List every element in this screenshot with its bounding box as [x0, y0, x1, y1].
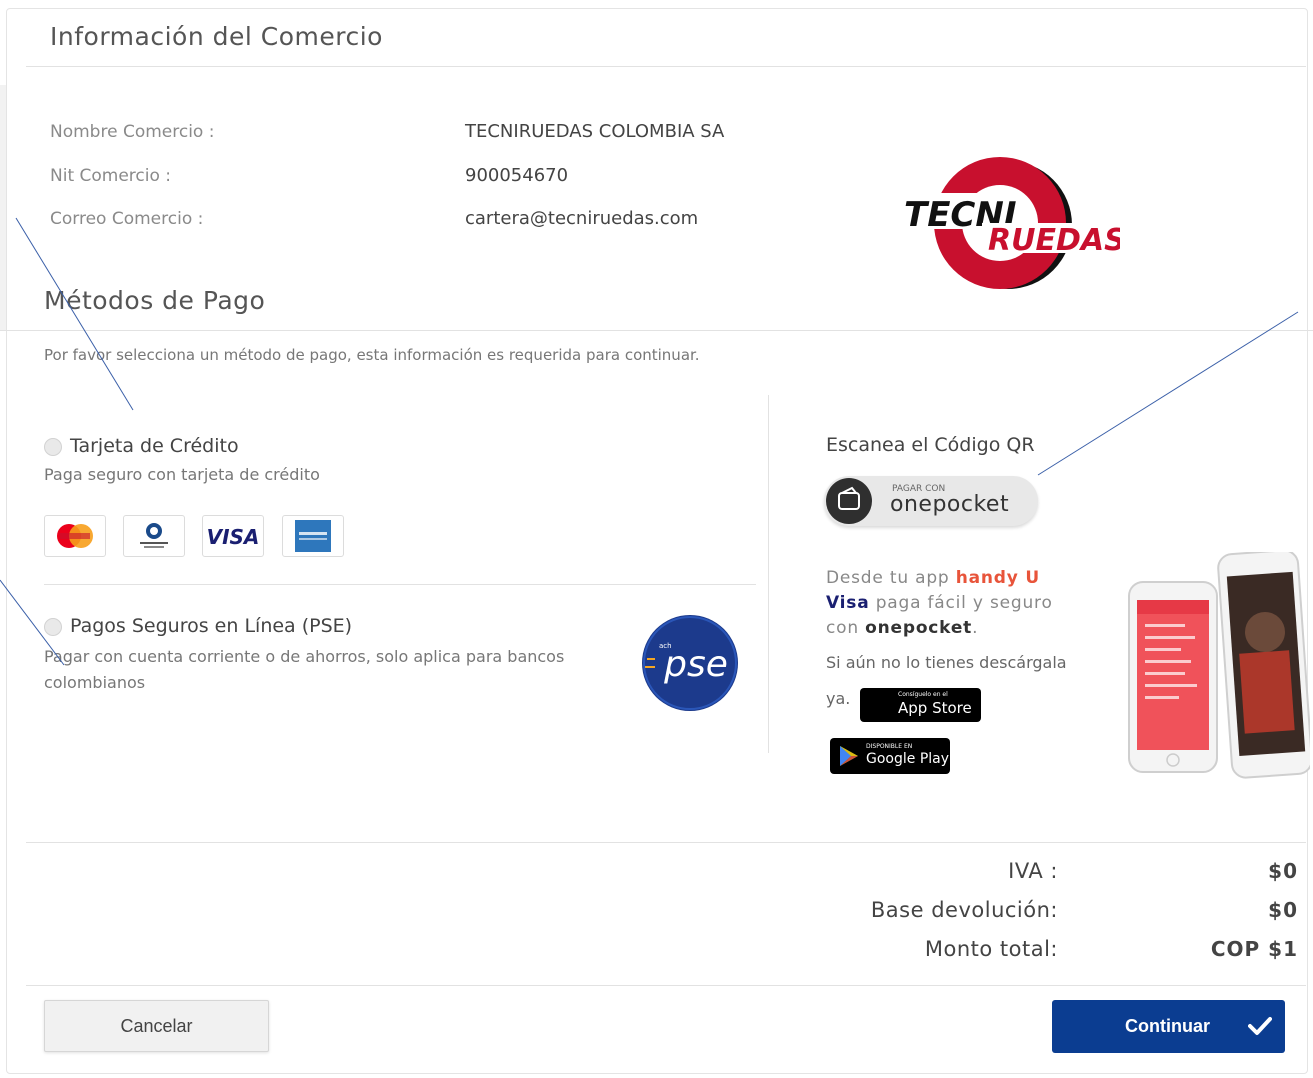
diners-club-icon: [123, 515, 185, 557]
total-label: Monto total:: [924, 937, 1058, 961]
continue-label: Continuar: [1125, 1016, 1210, 1036]
credit-card-description: Paga seguro con tarjeta de crédito: [44, 465, 320, 484]
svg-text:VISA: VISA: [207, 525, 259, 548]
totals-top-divider: [26, 842, 1306, 843]
pse-title[interactable]: Pagos Seguros en Línea (PSE): [70, 615, 352, 637]
merchant-name-label: Nombre Comercio :: [50, 122, 215, 142]
onepocket-brand: onepocket: [865, 618, 973, 638]
svg-text:RUEDAS: RUEDAS: [988, 223, 1120, 258]
app-store-badge[interactable]: Consíguelo en el App Store: [860, 688, 981, 722]
merchant-section-title: Información del Comercio: [50, 22, 383, 51]
merchant-nit-label: Nit Comercio :: [50, 166, 172, 186]
column-divider: [768, 395, 769, 753]
total-value: COP $1: [1210, 937, 1298, 961]
merchant-name-value: TECNIRUEDAS COLOMBIA SA: [465, 121, 725, 142]
iva-label: IVA :: [1008, 859, 1058, 883]
methods-divider: [44, 584, 756, 585]
cancel-button[interactable]: Cancelar: [44, 1000, 269, 1052]
onepocket-big-text: onepocket: [890, 492, 1010, 517]
phones-illustration: [1125, 549, 1313, 780]
pse-description: Pagar con cuenta corriente o de ahorros,…: [44, 647, 565, 692]
download-ya: ya.: [826, 689, 851, 708]
qr-promo-text: Desde tu app handy U Visa paga fácil y s…: [826, 568, 1053, 638]
google-play-icon: [840, 746, 858, 766]
handy-brand: handy U: [955, 568, 1040, 588]
merchant-divider: [26, 66, 1306, 67]
qr-title: Escanea el Código QR: [826, 434, 1035, 456]
pse-radio[interactable]: [44, 618, 62, 636]
svg-text:ach: ach: [659, 642, 672, 650]
visa-brand: Visa: [826, 593, 870, 613]
payment-section-title: Métodos de Pago: [44, 286, 266, 315]
checkmark-icon: [1248, 1017, 1272, 1035]
base-devolucion-value: $0: [1268, 898, 1298, 922]
payment-instruction: Por favor selecciona un método de pago, …: [44, 346, 700, 364]
onepocket-button[interactable]: PAGAR CON onepocket: [824, 476, 1038, 526]
merchant-email-value: cartera@tecniruedas.com: [465, 208, 699, 229]
visa-icon: VISA: [202, 515, 264, 557]
mastercard-icon: [44, 515, 106, 557]
merchant-email-label: Correo Comercio :: [50, 209, 204, 229]
google-play-badge[interactable]: DISPONIBLE EN Google Play: [830, 738, 950, 774]
credit-card-radio[interactable]: [44, 438, 62, 456]
merchant-logo: TECNI RUEDAS: [900, 153, 1126, 293]
download-text: Si aún no lo tienes descárgala: [826, 653, 1067, 672]
american-express-icon: [282, 515, 344, 557]
credit-card-title[interactable]: Tarjeta de Crédito: [70, 435, 239, 457]
base-devolucion-label: Base devolución:: [870, 898, 1058, 922]
onepocket-wallet-icon: [826, 478, 872, 524]
svg-text:pse: pse: [663, 644, 728, 685]
continue-button[interactable]: Continuar: [1052, 1000, 1285, 1053]
iva-value: $0: [1268, 859, 1298, 883]
payment-divider: [0, 330, 1313, 331]
totals-bottom-divider: [26, 985, 1306, 986]
tecniruedas-logo-icon: TECNI RUEDAS: [900, 157, 1126, 289]
pse-logo-icon: pse ach: [641, 614, 739, 712]
merchant-nit-value: 900054670: [465, 165, 569, 186]
